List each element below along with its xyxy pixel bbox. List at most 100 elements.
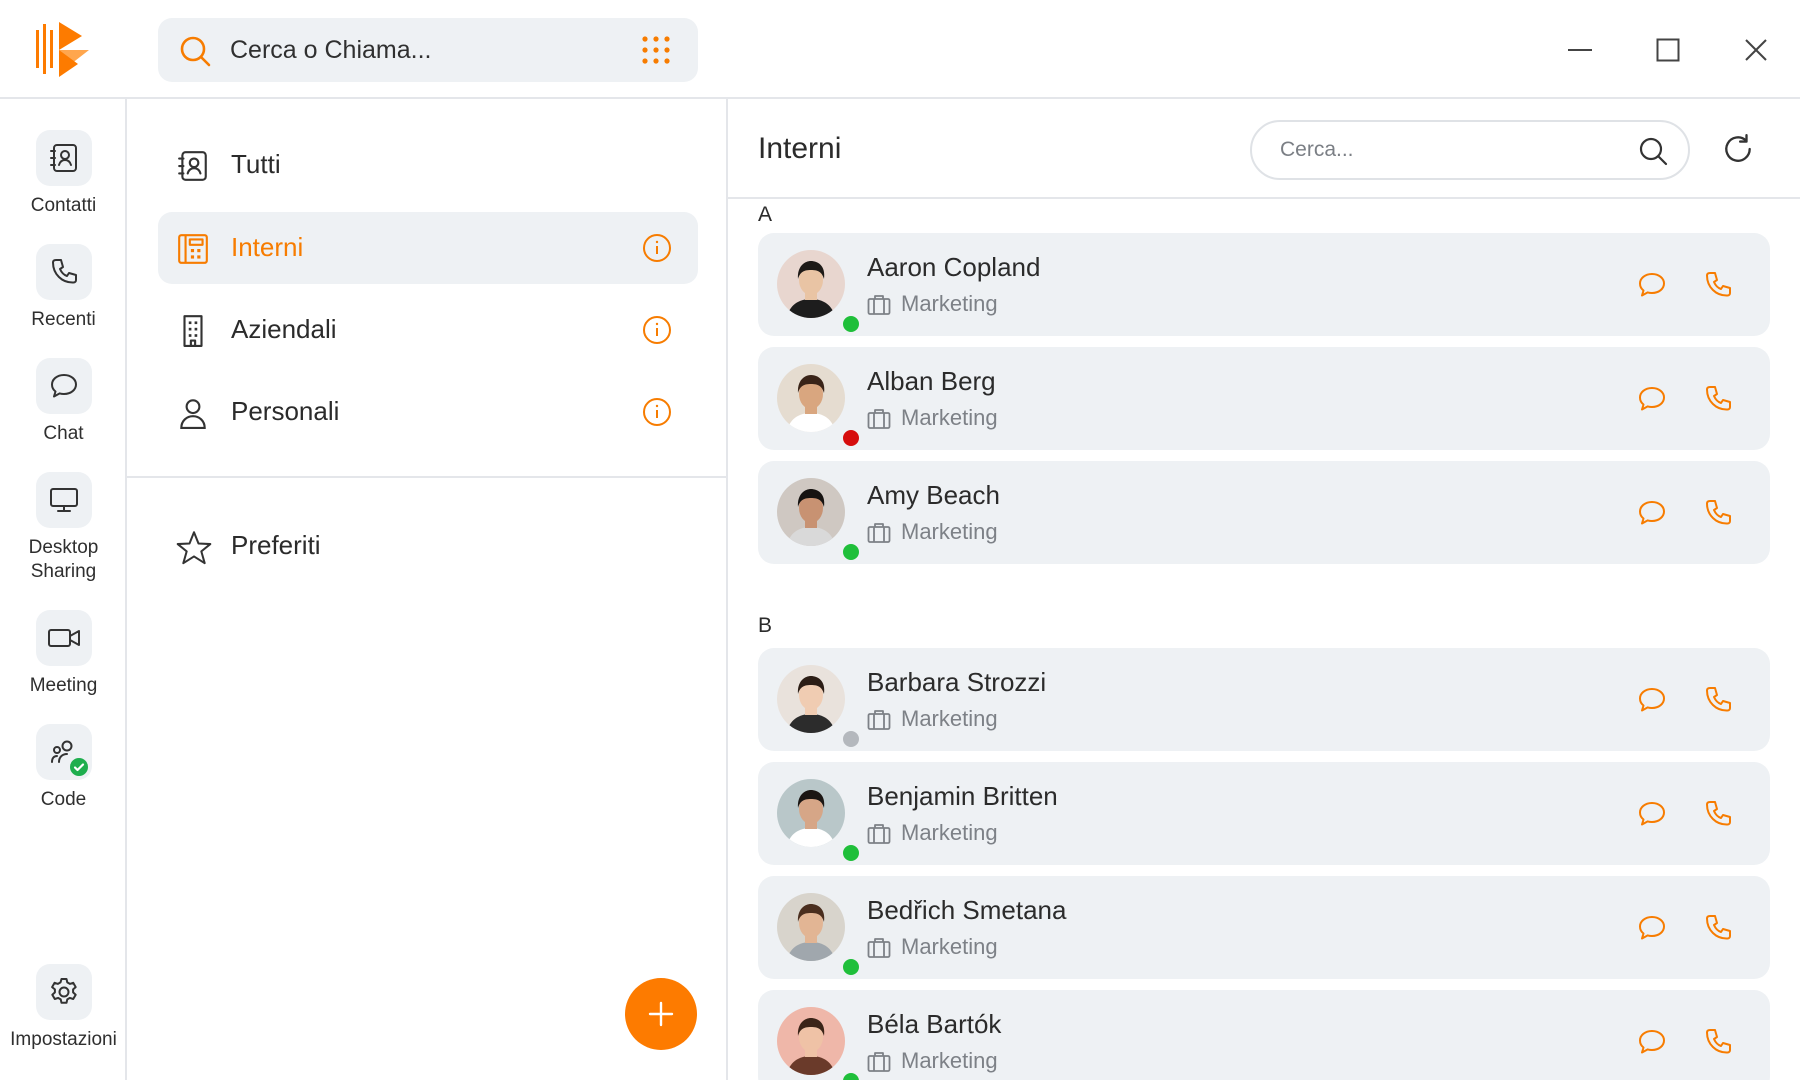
presence-status-indicator [840, 842, 862, 864]
contact-card[interactable]: Aaron Copland Marketing [758, 233, 1770, 336]
nav-impostazioni[interactable]: Impostazioni [0, 964, 127, 1052]
phone-icon[interactable] [1702, 1026, 1734, 1058]
category-interni[interactable]: Interni [158, 212, 698, 284]
chat-bubble-icon[interactable] [1636, 497, 1668, 529]
contact-card[interactable]: Bedřich Smetana Marketing [758, 876, 1770, 979]
contacts-list-panel: Interni A Aaron CoplandMarketing Alban Ber… [728, 99, 1800, 1080]
close-window-button[interactable] [1736, 30, 1776, 70]
phone-icon[interactable] [1702, 798, 1734, 830]
contact-card[interactable]: Barbara Strozzi Marketing [758, 648, 1770, 751]
category-personali[interactable]: Personali [158, 376, 698, 448]
contact-department: Marketing [901, 291, 998, 316]
category-label: Aziendali [231, 314, 337, 344]
presence-status-indicator [840, 541, 862, 563]
phone-icon[interactable] [1702, 269, 1734, 301]
presence-status-indicator [840, 728, 862, 750]
phone-icon[interactable] [1702, 912, 1734, 944]
navigation-rail: Contatti Recenti Chat Desktop Sharing Me… [0, 99, 127, 1080]
chat-bubble-icon [35, 358, 92, 414]
maximize-button[interactable] [1648, 30, 1688, 70]
page-title: Interni [758, 132, 842, 165]
nav-meeting[interactable]: Meeting [0, 610, 127, 698]
contact-card[interactable]: Alban Berg Marketing [758, 347, 1770, 450]
nav-label: Impostazioni [10, 1029, 117, 1050]
contacts-book-icon [176, 149, 210, 183]
global-search-placeholder[interactable]: Cerca o Chiama... [230, 36, 431, 65]
section-letter: B [758, 614, 773, 637]
refresh-button[interactable] [1721, 132, 1755, 166]
queue-users-icon [35, 724, 92, 780]
nav-label: Chat [43, 423, 84, 444]
briefcase-icon [867, 709, 891, 731]
avatar [777, 1007, 862, 1080]
global-search-bar[interactable]: Cerca o Chiama... [158, 18, 698, 82]
contact-department: Marketing [901, 706, 998, 731]
person-icon [176, 396, 210, 430]
briefcase-icon [867, 522, 891, 544]
avatar [777, 779, 862, 864]
calculator-building-icon [176, 232, 210, 266]
close-icon [1744, 38, 1768, 62]
contacts-search-input[interactable] [1280, 136, 1620, 164]
phone-icon[interactable] [1702, 383, 1734, 415]
maximize-icon [1656, 38, 1680, 62]
title-bar: Cerca o Chiama... [0, 0, 1800, 99]
category-label: Tutti [231, 149, 281, 179]
presence-status-indicator [840, 427, 862, 449]
chat-bubble-icon[interactable] [1636, 912, 1668, 944]
contact-department: Marketing [901, 519, 998, 544]
building-icon [176, 314, 210, 348]
info-icon[interactable] [642, 315, 672, 345]
avatar [777, 250, 862, 335]
category-preferiti[interactable]: Preferiti [158, 510, 698, 582]
contact-department: Marketing [901, 934, 998, 959]
brand-logo-icon [34, 20, 92, 78]
category-aziendali[interactable]: Aziendali [158, 294, 698, 366]
minimize-button[interactable] [1560, 30, 1600, 70]
phone-icon[interactable] [1702, 497, 1734, 529]
nav-chat[interactable]: Chat [0, 358, 127, 446]
chat-bubble-icon[interactable] [1636, 1026, 1668, 1058]
phone-icon [35, 244, 92, 300]
contacts-search-box[interactable] [1250, 120, 1690, 180]
chat-bubble-icon[interactable] [1636, 383, 1668, 415]
nav-desktop-sharing[interactable]: Desktop Sharing [0, 472, 127, 584]
briefcase-icon [867, 823, 891, 845]
briefcase-icon [867, 408, 891, 430]
contact-name: Bedřich Smetana [867, 895, 1067, 925]
chat-bubble-icon[interactable] [1636, 269, 1668, 301]
chat-bubble-icon[interactable] [1636, 684, 1668, 716]
star-icon [176, 530, 212, 566]
category-label: Personali [231, 396, 340, 426]
contact-department: Marketing [901, 405, 998, 430]
nav-label: Recenti [31, 309, 96, 330]
minimize-icon [1567, 37, 1593, 63]
nav-recenti[interactable]: Recenti [0, 244, 127, 332]
nav-label: Code [40, 789, 87, 810]
contact-department: Marketing [901, 820, 998, 845]
briefcase-icon [867, 1051, 891, 1073]
info-icon[interactable] [642, 397, 672, 427]
avatar [777, 478, 862, 563]
presence-status-indicator [840, 956, 862, 978]
search-icon[interactable] [1638, 136, 1668, 166]
category-tutti[interactable]: Tutti [158, 129, 698, 201]
dialpad-icon[interactable] [641, 35, 671, 65]
phone-icon[interactable] [1702, 684, 1734, 716]
presence-status-indicator [840, 313, 862, 335]
contact-name: Amy Beach [867, 480, 1000, 510]
chat-bubble-icon[interactable] [1636, 798, 1668, 830]
contact-name: Barbara Strozzi [867, 667, 1047, 697]
category-divider [127, 476, 726, 478]
category-label: Preferiti [231, 530, 321, 560]
nav-label: Meeting [29, 675, 98, 696]
nav-contatti[interactable]: Contatti [0, 130, 127, 218]
contacts-header: Interni [728, 99, 1800, 199]
contact-card[interactable]: Benjamin Britten Marketing [758, 762, 1770, 865]
contact-card[interactable]: Amy Beach Marketing [758, 461, 1770, 564]
info-icon[interactable] [642, 233, 672, 263]
add-contact-button[interactable] [625, 978, 697, 1050]
nav-code[interactable]: Code [0, 724, 127, 812]
section-letter: A [758, 203, 773, 226]
contact-card[interactable]: Béla Bartók Marketing [758, 990, 1770, 1080]
